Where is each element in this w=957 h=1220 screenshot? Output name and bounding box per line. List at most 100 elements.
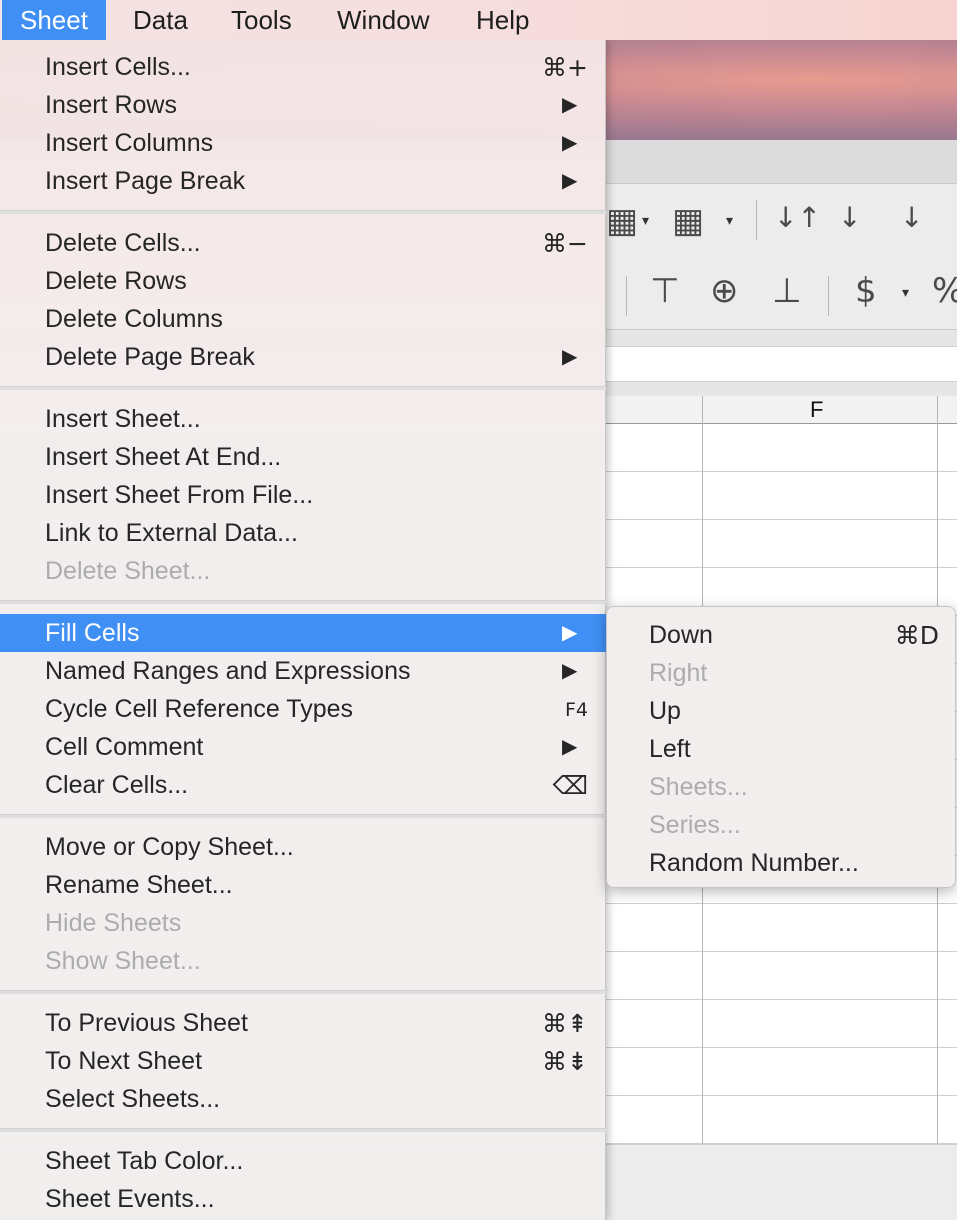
fill-cells-submenu: Down ⌘D Right Up Left Sheets... Series..… <box>606 606 956 888</box>
menu-tools[interactable]: Tools <box>213 0 310 40</box>
sheet-menu: Insert Cells... ⌘+ Insert Rows ▶ Insert … <box>0 40 606 1220</box>
menu-item-cell-comment[interactable]: Cell Comment ▶ <box>0 728 606 766</box>
align-center-vertical-icon[interactable]: ⊕ <box>710 274 739 308</box>
submenu-item-right: Right <box>607 651 957 689</box>
menu-item-label: Cell Comment <box>45 733 204 761</box>
menu-bar: Sheet Data Tools Window Help <box>0 0 957 40</box>
submenu-item-label: Sheets... <box>649 773 748 801</box>
shortcut-label: ⌘− <box>542 229 588 258</box>
menu-item-label: Delete Page Break <box>45 343 255 371</box>
menu-item-select-sheets[interactable]: Select Sheets... <box>0 1080 606 1118</box>
menu-item-label: Sheet Events... <box>45 1185 215 1213</box>
menu-item-label: Insert Cells... <box>45 53 191 81</box>
menu-item-insert-columns[interactable]: Insert Columns ▶ <box>0 124 606 162</box>
sort-descending-icon[interactable]: ↓ <box>900 204 923 232</box>
toolbar-separator <box>626 276 627 316</box>
submenu-item-up[interactable]: Up <box>607 689 957 727</box>
submenu-arrow-icon: ▶ <box>562 130 578 154</box>
menu-item-previous-sheet[interactable]: To Previous Sheet ⌘⇞ <box>0 1004 606 1042</box>
delete-backward-icon: ⌫ <box>552 771 588 800</box>
menu-item-named-ranges[interactable]: Named Ranges and Expressions ▶ <box>0 652 606 690</box>
menu-item-insert-page-break[interactable]: Insert Page Break ▶ <box>0 162 606 200</box>
menu-item-label: Link to External Data... <box>45 519 298 547</box>
menu-item-label: Clear Cells... <box>45 771 189 799</box>
toolbar-separator <box>756 200 757 240</box>
menu-item-label: Insert Columns <box>45 129 214 157</box>
menu-separator <box>0 990 606 994</box>
submenu-arrow-icon: ▶ <box>562 344 578 368</box>
menu-separator <box>0 814 606 818</box>
currency-dropdown-icon[interactable]: ▾ <box>902 286 909 300</box>
border-dropdown-icon[interactable]: ▾ <box>642 214 649 228</box>
menu-item-move-copy-sheet[interactable]: Move or Copy Sheet... <box>0 828 606 866</box>
menu-window[interactable]: Window <box>319 0 447 40</box>
menu-separator <box>0 600 606 604</box>
border-style-icon[interactable]: ▦ <box>606 204 638 238</box>
shortcut-label: ⌘D <box>894 621 939 650</box>
menu-item-label: Rename Sheet... <box>45 871 233 899</box>
submenu-item-sheets: Sheets... <box>607 765 957 803</box>
menu-item-label: Delete Cells... <box>45 229 201 257</box>
menu-item-delete-sheet: Delete Sheet... <box>0 552 606 590</box>
menu-item-next-sheet[interactable]: To Next Sheet ⌘⇟ <box>0 1042 606 1080</box>
menu-item-label: Insert Sheet From File... <box>45 481 314 509</box>
submenu-item-random-number[interactable]: Random Number... <box>607 841 957 879</box>
menu-item-delete-columns[interactable]: Delete Columns <box>0 300 606 338</box>
toolbar-separator <box>828 276 829 316</box>
menu-item-clear-cells[interactable]: Clear Cells... ⌫ <box>0 766 606 804</box>
menu-item-label: Sheet Tab Color... <box>45 1147 244 1175</box>
grid-dropdown-icon[interactable]: ▾ <box>726 214 733 228</box>
menu-item-delete-rows[interactable]: Delete Rows <box>0 262 606 300</box>
menu-item-label: Delete Columns <box>45 305 223 333</box>
submenu-item-label: Right <box>649 659 708 687</box>
currency-format-icon[interactable]: $ <box>855 274 877 308</box>
menu-item-insert-cells[interactable]: Insert Cells... ⌘+ <box>0 48 606 86</box>
menu-item-insert-sheet[interactable]: Insert Sheet... <box>0 400 606 438</box>
menu-item-link-external-data[interactable]: Link to External Data... <box>0 514 606 552</box>
menu-item-label: Show Sheet... <box>45 947 201 975</box>
menu-item-label: Fill Cells <box>45 619 140 647</box>
menu-item-label: Move or Copy Sheet... <box>45 833 294 861</box>
menu-item-sheet-tab-color[interactable]: Sheet Tab Color... <box>0 1142 606 1180</box>
menu-sheet[interactable]: Sheet <box>2 0 106 40</box>
sort-icon[interactable]: ↓↑ <box>774 204 821 232</box>
menu-item-label: Insert Rows <box>45 91 177 119</box>
menu-item-label: Named Ranges and Expressions <box>45 657 411 685</box>
menu-item-rename-sheet[interactable]: Rename Sheet... <box>0 866 606 904</box>
menu-item-cycle-cell-reference[interactable]: Cycle Cell Reference Types F4 <box>0 690 606 728</box>
menu-item-delete-cells[interactable]: Delete Cells... ⌘− <box>0 224 606 262</box>
submenu-item-label: Random Number... <box>649 849 859 877</box>
submenu-item-label: Series... <box>649 811 741 839</box>
menu-separator <box>0 210 606 214</box>
shortcut-label: F4 <box>564 699 588 721</box>
align-top-icon[interactable]: ⊤ <box>650 274 680 308</box>
menu-separator <box>0 1128 606 1132</box>
sort-ascending-icon[interactable]: ↓ <box>838 204 861 232</box>
submenu-item-label: Left <box>649 735 691 763</box>
submenu-item-series: Series... <box>607 803 957 841</box>
menu-item-label: To Previous Sheet <box>45 1009 248 1037</box>
menu-item-insert-sheet-at-end[interactable]: Insert Sheet At End... <box>0 438 606 476</box>
menu-data[interactable]: Data <box>115 0 206 40</box>
submenu-arrow-icon: ▶ <box>562 92 578 116</box>
submenu-arrow-icon: ▶ <box>562 168 578 192</box>
shortcut-label: ⌘⇞ <box>542 1009 588 1038</box>
menu-item-insert-rows[interactable]: Insert Rows ▶ <box>0 86 606 124</box>
menu-item-label: Delete Rows <box>45 267 187 295</box>
menu-help[interactable]: Help <box>458 0 547 40</box>
menu-item-label: To Next Sheet <box>45 1047 203 1075</box>
menu-item-insert-sheet-from-file[interactable]: Insert Sheet From File... <box>0 476 606 514</box>
percent-format-icon[interactable]: % <box>932 274 957 308</box>
menu-separator <box>0 386 606 390</box>
menu-item-label: Insert Page Break <box>45 167 246 195</box>
submenu-item-down[interactable]: Down ⌘D <box>607 613 957 651</box>
column-header-f[interactable]: F <box>810 397 823 423</box>
menu-item-label: Select Sheets... <box>45 1085 221 1113</box>
menu-item-label: Delete Sheet... <box>45 557 211 585</box>
align-bottom-icon[interactable]: ⊥ <box>772 274 802 308</box>
submenu-item-left[interactable]: Left <box>607 727 957 765</box>
menu-item-sheet-events[interactable]: Sheet Events... <box>0 1180 606 1218</box>
menu-item-delete-page-break[interactable]: Delete Page Break ▶ <box>0 338 606 376</box>
menu-item-fill-cells[interactable]: Fill Cells ▶ <box>0 614 606 652</box>
cell-grid-icon[interactable]: ▦ <box>672 204 704 238</box>
